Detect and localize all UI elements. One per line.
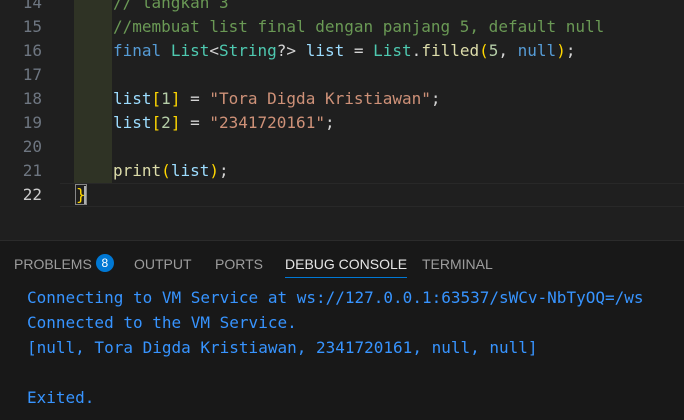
indent-highlight [74, 135, 112, 159]
code-token: < [209, 41, 219, 60]
vscode-window: 14// langkah 3 15//membuat list final den… [0, 0, 684, 420]
code-token: ; [565, 41, 576, 60]
bottom-panel: PROBLEMS 8 OUTPUT PORTS DEBUG CONSOLE TER… [0, 240, 684, 420]
code-text: // langkah 3 [113, 0, 229, 15]
code-token: , [498, 41, 518, 60]
code-token: List [170, 41, 210, 60]
code-token: ) [556, 41, 566, 60]
console-line: [null, Tora Digda Kristiawan, 2341720161… [27, 338, 538, 357]
code-token: ] [170, 89, 181, 108]
code-token: list [113, 113, 152, 132]
console-line: Connecting to VM Service at ws://127.0.0… [27, 288, 644, 307]
tab-output[interactable]: OUTPUT [134, 255, 192, 277]
code-token: "2341720161" [209, 113, 325, 132]
panel-tabs: PROBLEMS 8 OUTPUT PORTS DEBUG CONSOLE TER… [0, 241, 684, 281]
debug-console-output[interactable]: Connecting to VM Service at ws://127.0.0… [27, 285, 644, 410]
code-token: 5 [488, 41, 499, 60]
line-number: 17 [22, 65, 42, 84]
code-token: = [180, 113, 210, 132]
indent-highlight [74, 159, 112, 183]
line-number: 16 [22, 41, 42, 60]
indent-highlight [74, 63, 112, 87]
code-text: final List<String?> list = List.filled(5… [113, 39, 575, 63]
indent-highlight [74, 39, 112, 63]
code-text: list[2] = "2341720161"; [113, 111, 335, 135]
problems-count-badge: 8 [95, 254, 114, 272]
tab-label: DEBUG CONSOLE [285, 256, 408, 272]
tab-ports[interactable]: PORTS [215, 255, 263, 277]
code-line: 19 list[2] = "2341720161"; [0, 111, 684, 135]
code-line: 14 // langkah 3 [0, 0, 684, 15]
code-line: 17 [0, 63, 684, 87]
code-token: print [113, 161, 162, 180]
code-text: //membuat list final dengan panjang 5, d… [113, 15, 604, 39]
indent-highlight [74, 15, 112, 39]
code-token: final [113, 41, 162, 60]
code-token: //membuat list final dengan panjang 5, d… [113, 17, 605, 36]
code-token: list [170, 161, 210, 180]
tab-label: TERMINAL [422, 256, 493, 272]
code-line: 21 print(list); [0, 159, 684, 183]
code-token: String [218, 41, 277, 60]
code-token: 2 [161, 113, 171, 132]
code-token: ( [161, 161, 171, 180]
code-token: ; [430, 89, 441, 108]
code-line: 22} [0, 183, 684, 207]
code-line: 20 [0, 135, 684, 159]
code-token: . [411, 41, 422, 60]
tab-debug-console[interactable]: DEBUG CONSOLE [285, 255, 408, 278]
code-token: null [517, 41, 557, 60]
code-token: [ [151, 89, 162, 108]
code-token: = [180, 89, 210, 108]
tab-label: OUTPUT [134, 256, 192, 272]
code-token: [ [151, 113, 162, 132]
code-token: list [113, 89, 152, 108]
code-token: ) [209, 161, 219, 180]
code-line: 16 final List<String?> list = List.filled… [0, 39, 684, 63]
code-editor[interactable]: 14// langkah 3 15//membuat list final den… [0, 0, 684, 213]
code-token: = [344, 41, 374, 60]
tab-problems[interactable]: PROBLEMS 8 [14, 254, 114, 277]
indent-highlight [74, 111, 112, 135]
text-cursor [84, 186, 86, 204]
code-token: List [373, 41, 412, 60]
code-line: 15 //membuat list final dengan panjang 5,… [0, 15, 684, 39]
code-token: ; [324, 113, 335, 132]
code-line: 18 list[1] = "Tora Digda Kristiawan"; [0, 87, 684, 111]
code-token: "Tora Digda Kristiawan" [209, 89, 431, 108]
line-number: 22 [22, 185, 42, 204]
indent-highlight [74, 87, 112, 111]
line-number: 20 [22, 137, 42, 156]
line-number: 18 [22, 89, 42, 108]
code-token: > [286, 41, 297, 60]
tab-label: PORTS [215, 256, 263, 272]
code-token: 1 [161, 89, 171, 108]
code-text: list[1] = "Tora Digda Kristiawan"; [113, 87, 441, 111]
code-token: ; [218, 161, 229, 180]
line-number: 21 [22, 161, 42, 180]
code-token: // langkah 3 [113, 0, 229, 12]
line-number: 14 [22, 0, 42, 12]
line-number: 15 [22, 17, 42, 36]
line-number: 19 [22, 113, 42, 132]
code-token: list [305, 41, 345, 60]
code-text: print(list); [113, 159, 229, 183]
console-line: Exited. [27, 388, 95, 407]
code-token: ? [276, 41, 287, 60]
tab-terminal[interactable]: TERMINAL [422, 255, 493, 277]
console-line: Connected to the VM Service. [27, 313, 297, 332]
code-token: ( [479, 41, 489, 60]
tab-label: PROBLEMS [14, 256, 92, 272]
code-token: filled [421, 41, 480, 60]
indent-highlight [74, 0, 112, 15]
code-token: ] [170, 113, 181, 132]
